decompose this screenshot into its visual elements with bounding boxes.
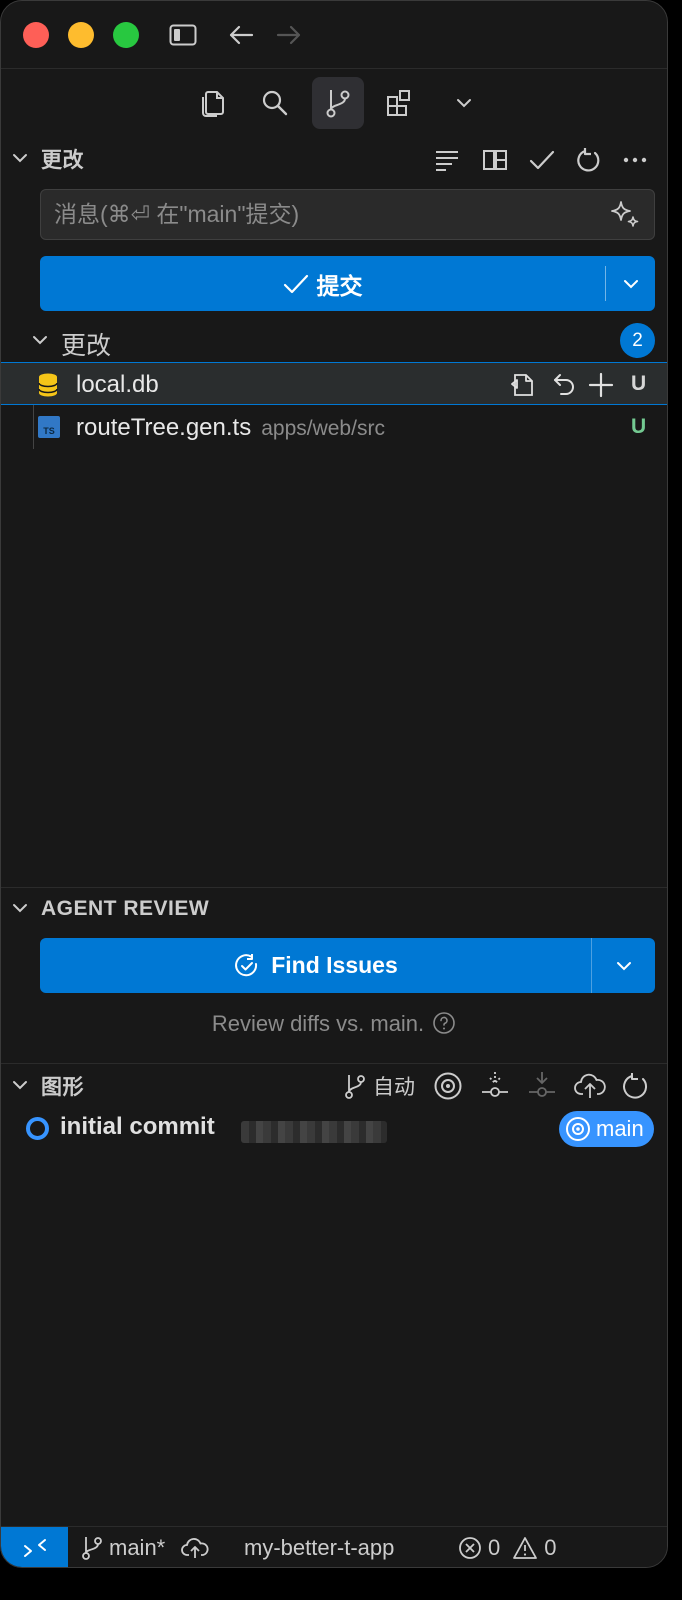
file-status-badge: U	[631, 415, 647, 438]
file-name: local.db	[76, 371, 159, 398]
graph-auto-label: 自动	[373, 1076, 415, 1099]
graph-refresh-icon[interactable]	[621, 1069, 649, 1103]
more-actions-icon[interactable]	[620, 145, 650, 175]
branch-badge-label: main	[596, 1116, 644, 1141]
remote-indicator[interactable]	[1, 1527, 68, 1567]
open-file-icon[interactable]	[507, 369, 539, 401]
file-status-badge: U	[631, 372, 647, 395]
changes-section-header[interactable]: 更改	[1, 137, 667, 181]
section-title: AGENT REVIEW	[41, 897, 210, 920]
check-icon	[283, 274, 308, 293]
chevron-down-icon	[13, 904, 27, 913]
graph-commit-row[interactable]: initial commit main	[1, 1109, 667, 1149]
warning-icon	[513, 1537, 538, 1559]
commit-message: initial commit	[60, 1113, 215, 1140]
chevron-down-icon	[623, 279, 638, 288]
find-issues-label: Find Issues	[271, 952, 398, 978]
error-icon	[459, 1537, 481, 1559]
pull-icon[interactable]	[527, 1069, 557, 1103]
commit-node	[26, 1117, 49, 1140]
extensions-icon[interactable]	[374, 77, 426, 129]
find-issues-button-group: Find Issues	[40, 938, 655, 993]
status-bar: main* my-better-t-app 0 0	[1, 1526, 667, 1567]
app-window: 更改 提交 更改 2	[0, 0, 668, 1568]
chevron-down-icon	[13, 1081, 27, 1090]
file-path: apps/web/src	[261, 417, 385, 440]
target-icon	[566, 1117, 590, 1141]
explorer-icon[interactable]	[187, 77, 239, 129]
discard-changes-icon[interactable]	[549, 369, 581, 401]
commit-message-input[interactable]	[40, 189, 655, 240]
changes-group-label: 更改	[61, 332, 112, 360]
project-status-item[interactable]: my-better-t-app	[244, 1535, 394, 1561]
database-file-icon	[38, 373, 58, 397]
forward-arrow-icon[interactable]	[273, 19, 305, 51]
graph-branch-filter[interactable]: 自动	[343, 1069, 415, 1103]
chevron-down-icon	[13, 154, 27, 163]
publish-cloud-icon[interactable]	[181, 1536, 209, 1560]
find-issues-options-dropdown[interactable]	[592, 938, 655, 993]
review-note: Review diffs vs. main.	[1, 1011, 667, 1037]
file-row-local-db[interactable]: local.db U	[1, 362, 667, 405]
problems-status-item[interactable]: 0 0	[458, 1535, 557, 1561]
typescript-file-icon: TS	[38, 416, 60, 438]
chevron-down-icon	[33, 336, 47, 345]
branch-status-item[interactable]: main*	[81, 1535, 209, 1561]
source-control-icon[interactable]	[312, 77, 364, 129]
chevron-down-icon	[616, 961, 631, 970]
activity-bar	[1, 71, 667, 135]
branch-icon	[82, 1537, 102, 1560]
search-icon[interactable]	[249, 77, 301, 129]
warning-count: 0	[544, 1535, 557, 1560]
svg-text:TS: TS	[43, 426, 55, 436]
stage-changes-plus-icon[interactable]	[585, 369, 617, 401]
generate-message-sparkle-icon[interactable]	[609, 199, 641, 231]
help-icon[interactable]	[432, 1011, 456, 1035]
close-window-button[interactable]	[23, 22, 49, 48]
zoom-window-button[interactable]	[113, 22, 139, 48]
more-views-chevron-down-icon[interactable]	[438, 77, 490, 129]
commit-button[interactable]: 提交	[40, 256, 605, 311]
stash-icon[interactable]	[480, 145, 510, 175]
changes-count-badge: 2	[620, 323, 655, 358]
changes-group-row[interactable]: 更改	[1, 318, 667, 362]
branch-badge: main	[559, 1111, 654, 1147]
refresh-icon[interactable]	[573, 145, 603, 175]
view-as-tree-icon[interactable]	[432, 145, 462, 175]
file-name-text: routeTree.gen.ts	[76, 414, 252, 441]
branch-name: main*	[109, 1535, 166, 1560]
commit-button-label: 提交	[316, 272, 363, 299]
back-arrow-icon[interactable]	[225, 19, 257, 51]
graph-section-header[interactable]: 图形	[1, 1064, 667, 1108]
branch-icon	[345, 1075, 365, 1099]
find-issues-button[interactable]: Find Issues	[40, 938, 591, 993]
fetch-icon[interactable]	[480, 1069, 510, 1103]
project-name: my-better-t-app	[244, 1535, 395, 1560]
push-cloud-icon[interactable]	[574, 1069, 606, 1103]
toggle-sidebar-icon[interactable]	[167, 19, 199, 51]
review-note-text: Review diffs vs. main.	[211, 1011, 425, 1036]
file-row-routetree[interactable]: TS routeTree.gen.ts apps/web/src U	[1, 406, 667, 449]
error-count: 0	[488, 1535, 501, 1560]
title-bar	[1, 1, 667, 69]
commit-button-group: 提交	[40, 256, 655, 311]
remote-icon	[23, 1538, 46, 1557]
commit-check-icon[interactable]	[527, 145, 557, 175]
commit-options-dropdown[interactable]	[606, 256, 655, 311]
minimize-window-button[interactable]	[68, 22, 94, 48]
redacted-author	[241, 1121, 387, 1143]
section-title: 更改	[41, 149, 84, 172]
agent-review-section-header[interactable]: AGENT REVIEW	[1, 887, 667, 931]
go-to-current-ref-icon[interactable]	[433, 1069, 463, 1103]
file-name: routeTree.gen.ts apps/web/src	[76, 414, 385, 442]
review-refresh-icon	[235, 953, 258, 976]
section-title: 图形	[41, 1076, 84, 1099]
